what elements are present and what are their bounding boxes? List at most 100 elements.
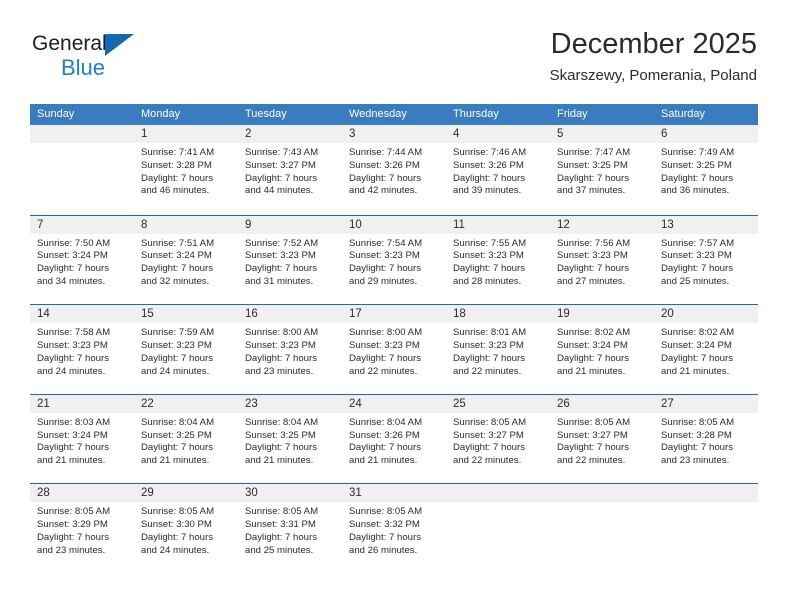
- calendar-day-cell[interactable]: 28 Sunrise: 8:05 AM Sunset: 3:29 PM Dayligh…: [30, 484, 134, 557]
- day-number: 23: [245, 397, 258, 410]
- day-number: 4: [453, 128, 460, 140]
- calendar-day-cell[interactable]: 4 Sunrise: 7:46 AM Sunset: 3:26 PM Daylight…: [446, 125, 550, 198]
- daylight-text: and 24 minutes.: [141, 365, 210, 377]
- title-block: December 2025 Skarszewy, Pomerania, Pola…: [550, 27, 757, 85]
- calendar-day-cell[interactable]: 17 Sunrise: 8:00 AM Sunset: 3:23 PM Dayligh…: [342, 305, 446, 378]
- calendar-day-cell[interactable]: 18 Sunrise: 8:01 AM Sunset: 3:23 PM Dayligh…: [446, 305, 550, 378]
- day-number: 18: [453, 308, 466, 321]
- sunrise-text: Sunrise: 7:59 AM: [141, 327, 215, 339]
- day-details: Sunrise: 7:59 AM Sunset: 3:23 PM Daylight:…: [141, 327, 233, 378]
- day-details: Sunrise: 8:00 AM Sunset: 3:23 PM Daylight:…: [245, 327, 337, 378]
- day-details: Sunrise: 8:05 AM Sunset: 3:27 PM Daylight:…: [453, 417, 545, 468]
- calendar-day-cell[interactable]: 14 Sunrise: 7:58 AM Sunset: 3:23 PM Dayligh…: [30, 305, 134, 378]
- logo-triangle-icon: [105, 34, 134, 56]
- sunset-text: Sunset: 3:25 PM: [557, 159, 628, 171]
- calendar-day-cell[interactable]: 25 Sunrise: 8:05 AM Sunset: 3:27 PM Dayligh…: [446, 395, 550, 468]
- calendar-day-cell[interactable]: 20 Sunrise: 8:02 AM Sunset: 3:24 PM Dayligh…: [654, 305, 758, 378]
- day-details: Sunrise: 8:00 AM Sunset: 3:23 PM Daylight:…: [349, 327, 441, 378]
- calendar-day-cell[interactable]: 19 Sunrise: 8:02 AM Sunset: 3:24 PM Dayligh…: [550, 305, 654, 378]
- calendar-day-cell-empty: [30, 125, 134, 198]
- calendar-day-cell[interactable]: 11 Sunrise: 7:55 AM Sunset: 3:23 PM Dayligh…: [446, 216, 550, 289]
- sunrise-text: Sunrise: 8:05 AM: [661, 416, 735, 428]
- calendar-day-cell[interactable]: 30 Sunrise: 8:05 AM Sunset: 3:31 PM Dayligh…: [238, 484, 342, 557]
- day-details: Sunrise: 8:05 AM Sunset: 3:27 PM Daylight:…: [557, 417, 649, 468]
- daylight-text: and 21 minutes.: [141, 455, 210, 467]
- calendar-day-cell[interactable]: 5 Sunrise: 7:47 AM Sunset: 3:25 PM Daylight…: [550, 125, 654, 198]
- sunset-text: Sunset: 3:23 PM: [453, 339, 524, 351]
- daylight-text: and 28 minutes.: [453, 275, 522, 287]
- day-details: Sunrise: 7:54 AM Sunset: 3:23 PM Daylight:…: [349, 238, 441, 289]
- calendar-day-cell[interactable]: 24 Sunrise: 8:04 AM Sunset: 3:26 PM Dayligh…: [342, 395, 446, 468]
- calendar-day-cell[interactable]: 12 Sunrise: 7:56 AM Sunset: 3:23 PM Dayligh…: [550, 216, 654, 289]
- calendar-day-cell[interactable]: 7 Sunrise: 7:50 AM Sunset: 3:24 PM Daylight…: [30, 216, 134, 289]
- daylight-text: Daylight: 7 hours: [245, 531, 317, 543]
- daylight-text: Daylight: 7 hours: [661, 172, 733, 184]
- sunset-text: Sunset: 3:29 PM: [37, 519, 108, 531]
- sunset-text: Sunset: 3:23 PM: [661, 250, 732, 262]
- calendar-day-cell[interactable]: 16 Sunrise: 8:00 AM Sunset: 3:23 PM Dayligh…: [238, 305, 342, 378]
- daylight-text: and 34 minutes.: [37, 275, 106, 287]
- sunset-text: Sunset: 3:24 PM: [141, 250, 212, 262]
- day-number: 26: [557, 397, 570, 410]
- day-number: 12: [557, 218, 570, 231]
- sunrise-text: Sunrise: 8:00 AM: [349, 327, 423, 339]
- sunrise-text: Sunrise: 8:00 AM: [245, 327, 319, 339]
- day-number: 29: [141, 487, 154, 500]
- calendar-day-cell[interactable]: 3 Sunrise: 7:44 AM Sunset: 3:26 PM Daylight…: [342, 125, 446, 198]
- sunrise-text: Sunrise: 7:41 AM: [141, 147, 215, 158]
- calendar-day-cell[interactable]: 13 Sunrise: 7:57 AM Sunset: 3:23 PM Dayligh…: [654, 216, 758, 289]
- calendar-week-cells: 28 Sunrise: 8:05 AM Sunset: 3:29 PM Dayligh…: [30, 484, 758, 557]
- calendar-week-cells: 21 Sunrise: 8:03 AM Sunset: 3:24 PM Dayligh…: [30, 395, 758, 468]
- sunset-text: Sunset: 3:25 PM: [661, 159, 732, 171]
- day-details: Sunrise: 8:04 AM Sunset: 3:25 PM Daylight:…: [245, 417, 337, 468]
- day-details: Sunrise: 7:41 AM Sunset: 3:28 PM Daylight:…: [141, 147, 233, 198]
- daylight-text: and 44 minutes.: [245, 185, 314, 197]
- calendar-day-cell[interactable]: 9 Sunrise: 7:52 AM Sunset: 3:23 PM Daylight…: [238, 216, 342, 289]
- sunset-text: Sunset: 3:23 PM: [245, 250, 316, 262]
- sunset-text: Sunset: 3:26 PM: [453, 159, 524, 171]
- sunset-text: Sunset: 3:23 PM: [349, 250, 420, 262]
- calendar-day-cell[interactable]: 2 Sunrise: 7:43 AM Sunset: 3:27 PM Daylight…: [238, 125, 342, 198]
- daylight-text: and 21 minutes.: [349, 455, 418, 467]
- sunset-text: Sunset: 3:25 PM: [245, 429, 316, 441]
- daylight-text: and 21 minutes.: [37, 455, 106, 467]
- day-details: Sunrise: 8:05 AM Sunset: 3:30 PM Daylight:…: [141, 506, 233, 557]
- page-header: General Blue December 2025 Skarszewy, Po…: [0, 0, 792, 104]
- day-number: 6: [661, 128, 668, 140]
- calendar-day-cell[interactable]: 31 Sunrise: 8:05 AM Sunset: 3:32 PM Dayligh…: [342, 484, 446, 557]
- calendar-day-cell[interactable]: 21 Sunrise: 8:03 AM Sunset: 3:24 PM Dayligh…: [30, 395, 134, 468]
- daylight-text: Daylight: 7 hours: [557, 263, 629, 275]
- daylight-text: and 22 minutes.: [453, 365, 522, 377]
- daylight-text: and 22 minutes.: [453, 455, 522, 467]
- daylight-text: and 37 minutes.: [557, 185, 626, 197]
- day-number: 30: [245, 487, 258, 500]
- day-number: 31: [349, 487, 362, 500]
- day-details: Sunrise: 7:46 AM Sunset: 3:26 PM Daylight:…: [453, 147, 545, 198]
- calendar-day-cell[interactable]: 10 Sunrise: 7:54 AM Sunset: 3:23 PM Dayligh…: [342, 216, 446, 289]
- calendar-day-cell[interactable]: 23 Sunrise: 8:04 AM Sunset: 3:25 PM Dayligh…: [238, 395, 342, 468]
- day-number: 10: [349, 218, 362, 231]
- calendar-grid: Sunday Monday Tuesday Wednesday Thursday…: [30, 104, 758, 573]
- calendar-week-row: 14 Sunrise: 7:58 AM Sunset: 3:23 PM Dayligh…: [30, 304, 758, 394]
- day-number: 9: [245, 218, 252, 231]
- calendar-day-cell[interactable]: 29 Sunrise: 8:05 AM Sunset: 3:30 PM Dayligh…: [134, 484, 238, 557]
- day-number: 17: [349, 308, 362, 321]
- calendar-day-cell[interactable]: 6 Sunrise: 7:49 AM Sunset: 3:25 PM Daylight…: [654, 125, 758, 198]
- calendar-day-cell[interactable]: 8 Sunrise: 7:51 AM Sunset: 3:24 PM Daylight…: [134, 216, 238, 289]
- weekday-header-tuesday: Tuesday: [245, 108, 287, 120]
- sunset-text: Sunset: 3:24 PM: [37, 250, 108, 262]
- daylight-text: Daylight: 7 hours: [37, 263, 109, 275]
- calendar-day-cell[interactable]: 27 Sunrise: 8:05 AM Sunset: 3:28 PM Dayligh…: [654, 395, 758, 468]
- sunset-text: Sunset: 3:24 PM: [37, 429, 108, 441]
- sunrise-text: Sunrise: 8:02 AM: [557, 327, 631, 339]
- general-blue-logo[interactable]: General Blue: [32, 32, 252, 84]
- calendar-day-cell-empty: [550, 484, 654, 557]
- calendar-week-cells: 7 Sunrise: 7:50 AM Sunset: 3:24 PM Daylight…: [30, 216, 758, 289]
- calendar-day-cell[interactable]: 1 Sunrise: 7:41 AM Sunset: 3:28 PM Daylight…: [134, 125, 238, 198]
- calendar-day-cell[interactable]: 26 Sunrise: 8:05 AM Sunset: 3:27 PM Dayligh…: [550, 395, 654, 468]
- page-subtitle: Skarszewy, Pomerania, Poland: [549, 67, 757, 84]
- calendar-day-cell[interactable]: 15 Sunrise: 7:59 AM Sunset: 3:23 PM Dayligh…: [134, 305, 238, 378]
- day-number: 15: [141, 308, 154, 321]
- calendar-day-cell[interactable]: 22 Sunrise: 8:04 AM Sunset: 3:25 PM Dayligh…: [134, 395, 238, 468]
- calendar-week-row: 1 Sunrise: 7:41 AM Sunset: 3:28 PM Daylight…: [30, 125, 758, 215]
